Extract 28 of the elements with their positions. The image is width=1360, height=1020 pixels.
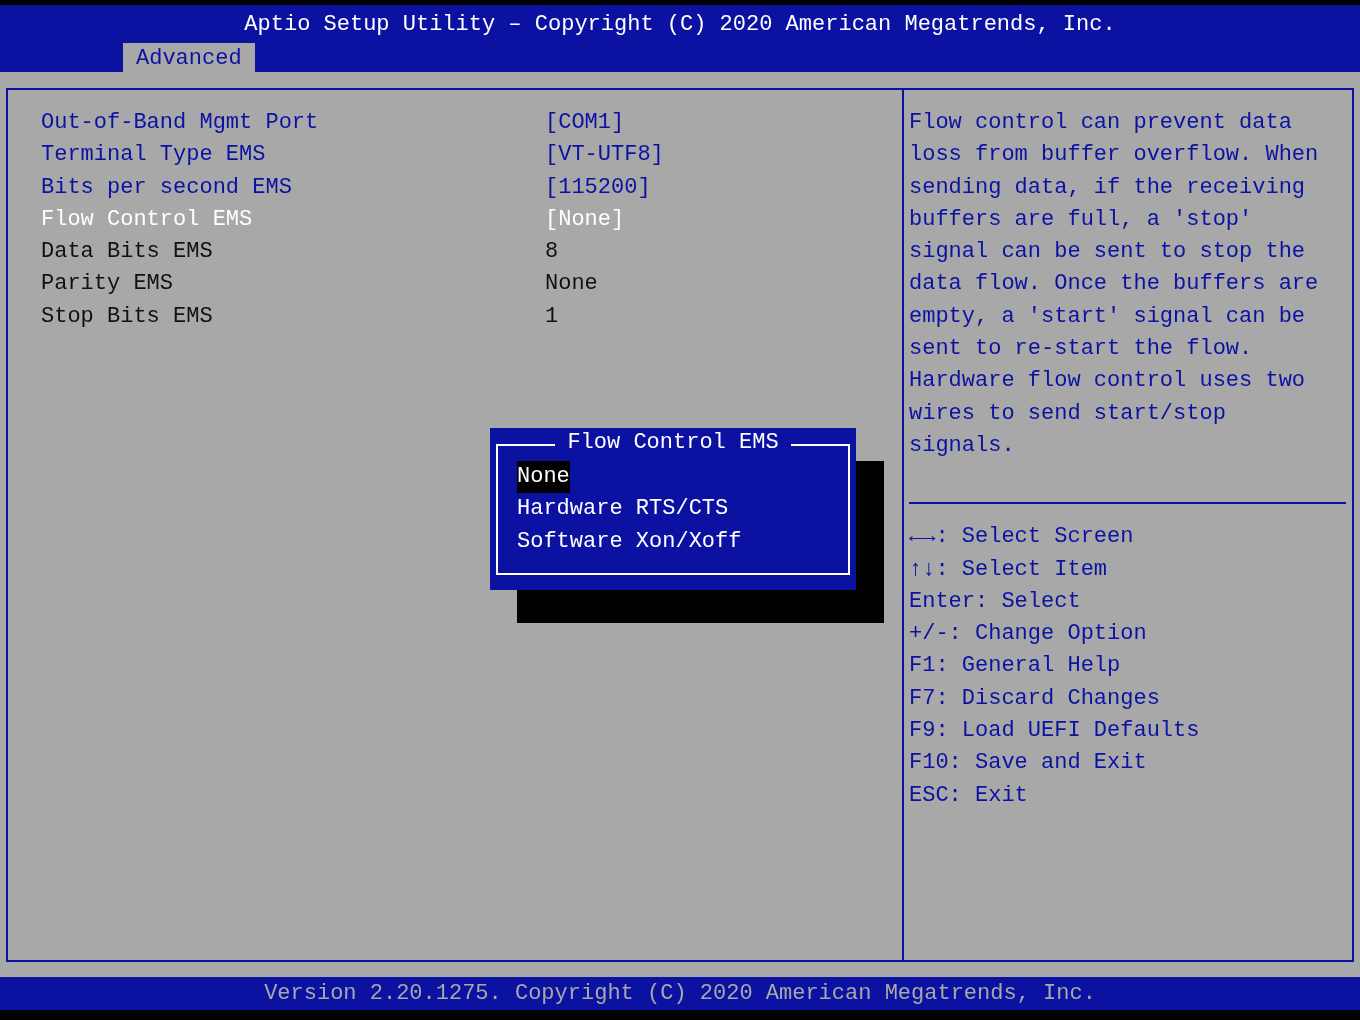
- key-hint: ←→: Select Screen: [909, 523, 1135, 552]
- key-hint: ↑↓: Select Item: [909, 555, 1109, 584]
- setting-value: 1: [545, 302, 559, 331]
- setting-label: Parity EMS: [41, 270, 175, 299]
- setting-value: 8: [545, 238, 559, 267]
- key-hint: F10: Save and Exit: [909, 749, 1148, 778]
- popup-option[interactable]: Hardware RTS/CTS: [517, 493, 729, 526]
- key-hint: F9: Load UEFI Defaults: [909, 717, 1201, 746]
- key-hint: F1: General Help: [909, 652, 1122, 681]
- setting-label: Data Bits EMS: [41, 238, 214, 267]
- key-hint: +/-: Change Option: [909, 620, 1148, 649]
- key-hint: F7: Discard Changes: [909, 684, 1161, 713]
- setting-label[interactable]: Bits per second EMS: [41, 171, 545, 204]
- popup-option[interactable]: None: [517, 461, 570, 494]
- setting-label: Stop Bits EMS: [41, 302, 214, 331]
- popup-option[interactable]: Software Xon/Xoff: [517, 525, 742, 558]
- setting-label[interactable]: Terminal Type EMS: [41, 139, 545, 172]
- tab[interactable]: Advanced: [123, 43, 255, 74]
- setting-value[interactable]: [COM1]: [545, 107, 625, 140]
- setting-value[interactable]: [VT-UTF8]: [545, 139, 664, 172]
- setting-value: None: [545, 270, 598, 299]
- key-hint: Enter: Select: [909, 587, 1082, 616]
- window-title: Aptio Setup Utility – Copyright (C) 2020 American Megatrends, Inc.: [244, 11, 1116, 39]
- key-hint: ESC: Exit: [909, 781, 1029, 810]
- setting-label[interactable]: Out-of-Band Mgmt Port: [41, 107, 545, 140]
- setting-value[interactable]: [115200]: [545, 171, 651, 204]
- help-text: Flow control can prevent data loss from buffer overflow. When sending data, if the receiving buffers are full, a 'stop' signal can be sent to stop the data flow. Once the buffers are empty, a 'start' signal can be sent to re-start the flow. Hardware flow control uses two wires to send start/stop signals.: [909, 109, 1319, 460]
- version-footer: Version 2.20.1275. Copyright (C) 2020 American Megatrends, Inc.: [0, 977, 1360, 1010]
